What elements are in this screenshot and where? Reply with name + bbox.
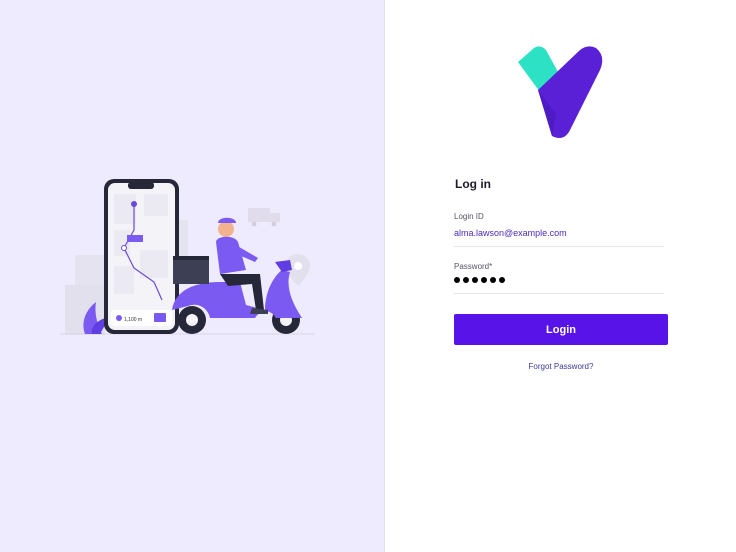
page-title: Log in (455, 177, 491, 191)
illustration-panel: 1,100 m (0, 0, 384, 552)
login-id-label: Login ID (454, 212, 484, 221)
login-panel: Log in Login ID Password* Login Forgot P… (384, 0, 736, 552)
password-dot (454, 277, 460, 283)
login-button[interactable]: Login (454, 314, 668, 345)
delivery-scooter-illustration: 1,100 m (60, 179, 315, 335)
password-dot (499, 277, 505, 283)
login-id-input[interactable] (454, 228, 664, 238)
password-input[interactable] (454, 277, 505, 283)
password-dot (490, 277, 496, 283)
distance-label: 1,100 m (124, 317, 142, 323)
password-underline (454, 293, 664, 294)
password-dot (463, 277, 469, 283)
forgot-password-link[interactable]: Forgot Password? (454, 362, 668, 371)
password-dot (481, 277, 487, 283)
password-label: Password* (454, 262, 493, 271)
brand-logo (518, 46, 603, 138)
password-dot (472, 277, 478, 283)
login-id-underline (454, 246, 664, 247)
